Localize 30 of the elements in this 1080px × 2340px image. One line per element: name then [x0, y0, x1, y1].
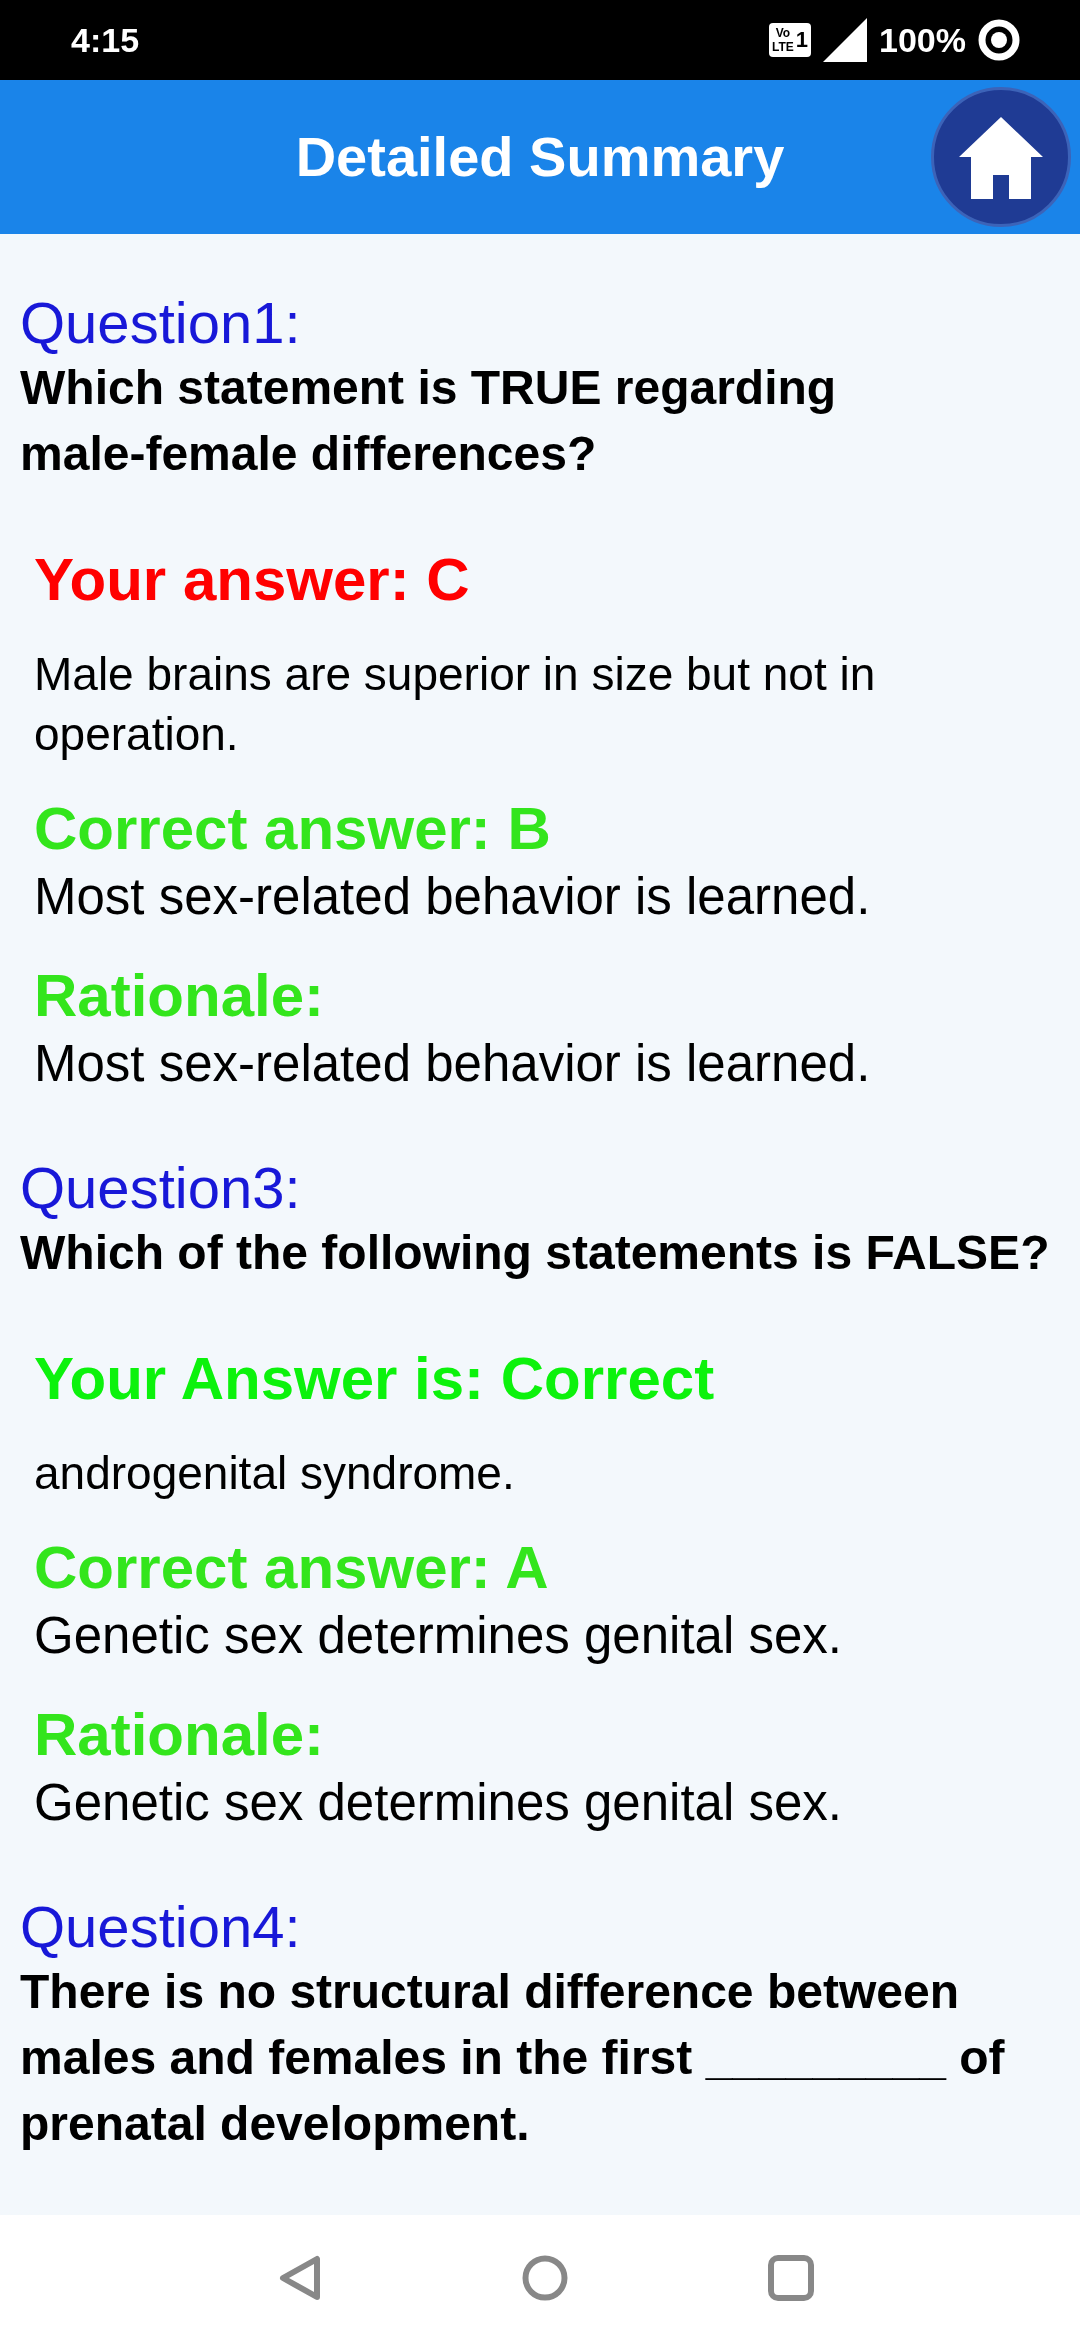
correct-answer-label: Correct answer: A [34, 1533, 550, 1603]
back-icon[interactable] [278, 2253, 322, 2302]
volte-bottom-text: LTE [772, 40, 794, 54]
battery-percent: 100% [879, 20, 966, 60]
square-icon[interactable] [768, 2254, 814, 2301]
circle-dot-icon [978, 19, 1020, 61]
rationale-text: Genetic sex determines genital sex. [34, 1773, 843, 1833]
selected-answer-text: Male brains are superior in size but not in operation. [34, 647, 877, 762]
header-title: Detailed Summary [295, 124, 785, 190]
rationale-text: Most sex-related behavior is learned. [34, 1034, 872, 1094]
correct-answer-text: Genetic sex determines genital sex. [34, 1606, 843, 1666]
question-text: Which of the following statements is FALSE? [20, 1225, 1051, 1281]
house-icon [959, 115, 1043, 199]
question-label: Question3: [20, 1156, 302, 1220]
rationale-label: Rationale: [34, 961, 326, 1031]
question-label: Question4: [20, 1895, 302, 1959]
question-text: Which statement is TRUE regarding male-female differences? [20, 360, 838, 482]
question-text: There is no structural difference between males and females in the first _________ of prenatal development. [20, 1964, 1006, 2152]
answer-result: Your answer: C [34, 545, 471, 615]
sim-number: 1 [795, 27, 809, 53]
selected-answer-text: androgenital syndrome. [34, 1446, 516, 1501]
answer-result: Your Answer is: Correct [34, 1344, 716, 1414]
correct-answer-text: Most sex-related behavior is learned. [34, 867, 872, 927]
status-time: 4:15 [71, 20, 140, 60]
correct-answer-label: Correct answer: B [34, 794, 552, 864]
signal-icon [823, 18, 868, 62]
question-label: Question1: [20, 291, 302, 355]
rationale-label: Rationale: [34, 1700, 326, 1770]
circle-icon[interactable] [522, 2254, 568, 2301]
volte-top-text: Vo [775, 26, 791, 40]
